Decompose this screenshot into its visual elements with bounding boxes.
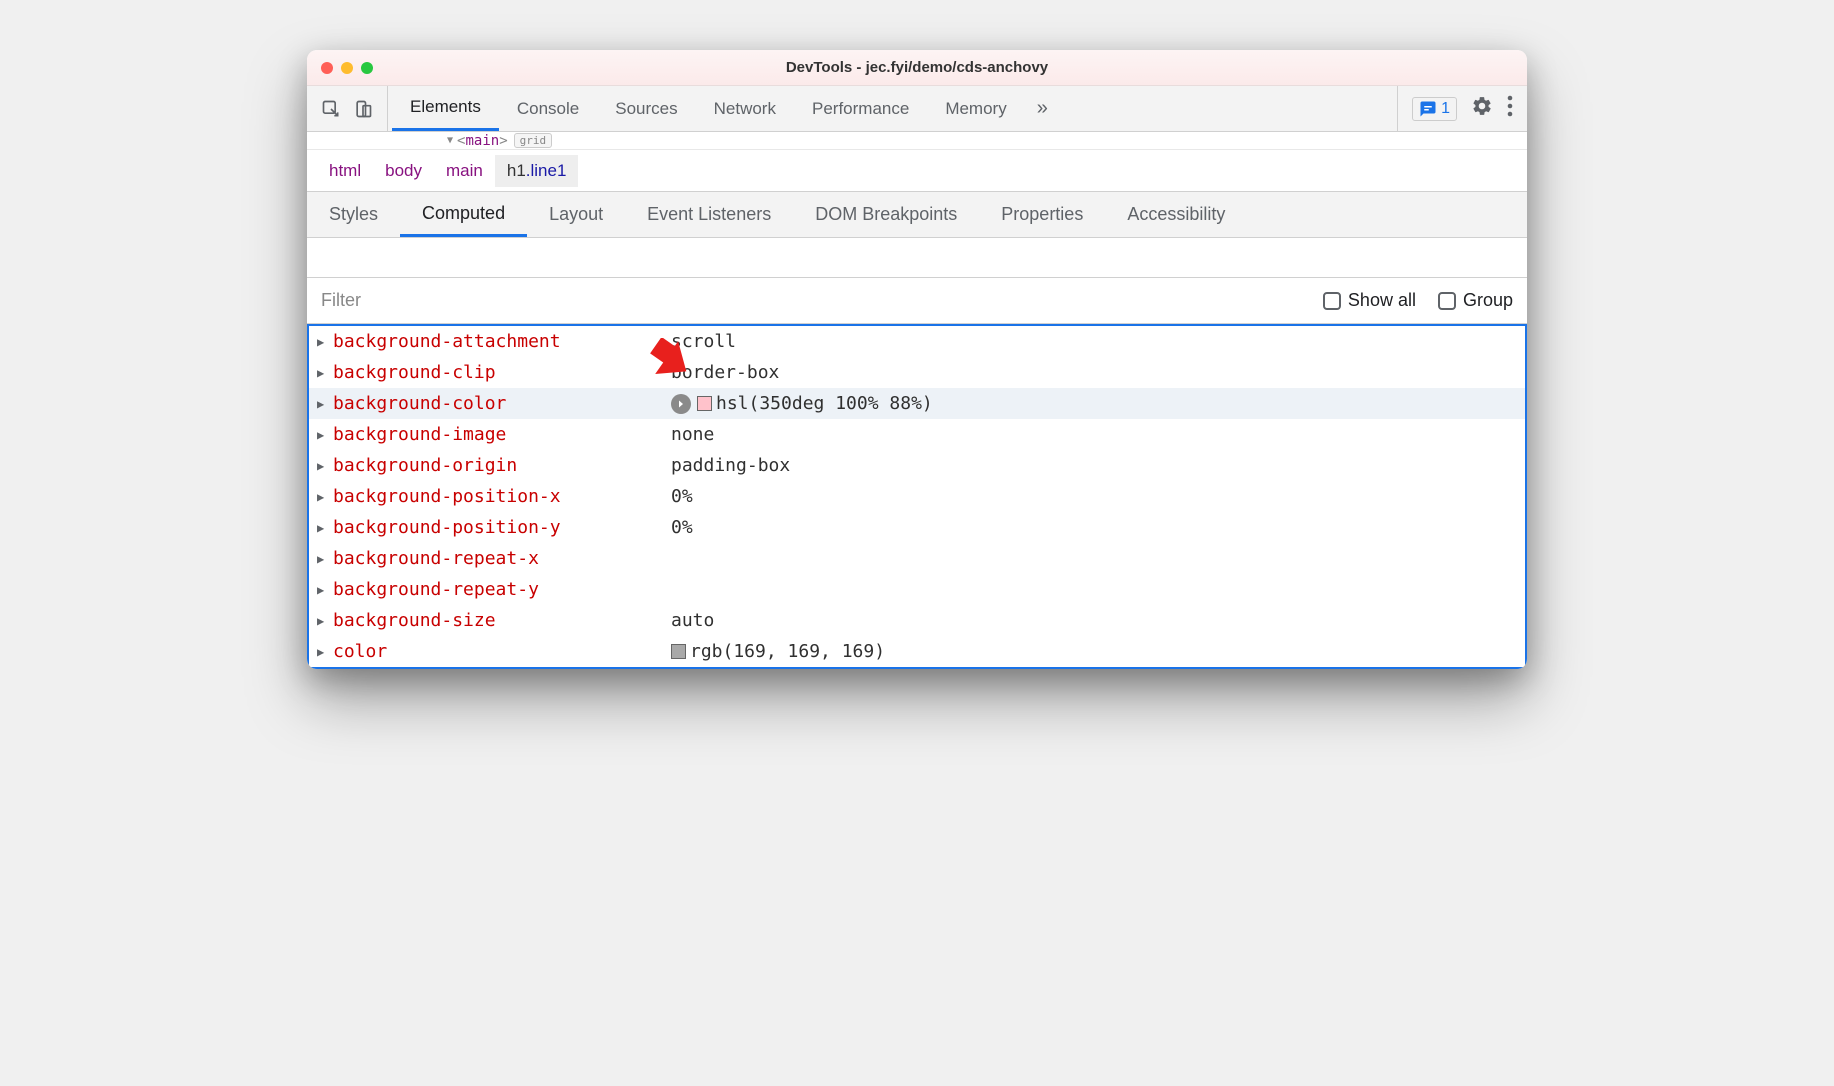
property-value: auto	[671, 610, 714, 631]
tab-network[interactable]: Network	[696, 86, 794, 131]
property-value: hsl(350deg 100% 88%)	[671, 393, 933, 414]
property-row[interactable]: ▶background-position-x0%	[309, 481, 1525, 512]
property-name: background-size	[331, 610, 671, 631]
breadcrumb-html[interactable]: html	[317, 155, 373, 187]
property-row[interactable]: ▶background-clipborder-box	[309, 357, 1525, 388]
expand-icon[interactable]: ▶	[317, 428, 331, 442]
expand-icon[interactable]: ▶	[317, 335, 331, 349]
color-swatch[interactable]	[671, 644, 686, 659]
property-row[interactable]: ▶background-originpadding-box	[309, 450, 1525, 481]
tab-console[interactable]: Console	[499, 86, 597, 131]
titlebar: DevTools - jec.fyi/demo/cds-anchovy	[307, 50, 1527, 86]
expand-icon[interactable]: ▶	[317, 521, 331, 535]
expand-icon[interactable]: ▶	[317, 397, 331, 411]
device-toolbar-icon[interactable]	[353, 99, 373, 119]
property-value: rgb(169, 169, 169)	[671, 641, 885, 662]
navigate-icon[interactable]	[671, 394, 691, 414]
breadcrumb: html body main h1.line1	[307, 150, 1527, 192]
breadcrumb-body[interactable]: body	[373, 155, 434, 187]
filter-input[interactable]	[321, 290, 1301, 311]
subtab-styles[interactable]: Styles	[307, 192, 400, 237]
group-label: Group	[1463, 290, 1513, 311]
breadcrumb-main[interactable]: main	[434, 155, 495, 187]
spacer	[307, 238, 1527, 278]
property-row[interactable]: ▶background-repeat-y	[309, 574, 1525, 605]
property-name: background-repeat-x	[331, 548, 671, 569]
traffic-lights	[321, 62, 373, 74]
subtab-computed[interactable]: Computed	[400, 192, 527, 237]
property-row[interactable]: ▶background-position-y0%	[309, 512, 1525, 543]
expand-icon[interactable]: ▶	[317, 583, 331, 597]
property-name: background-clip	[331, 362, 671, 383]
main-tabs: Elements Console Sources Network Perform…	[388, 86, 1397, 131]
subtab-dom-breakpoints[interactable]: DOM Breakpoints	[793, 192, 979, 237]
main-toolbar: Elements Console Sources Network Perform…	[307, 86, 1527, 132]
property-name: color	[331, 641, 671, 662]
issues-count: 1	[1441, 100, 1450, 118]
expand-icon[interactable]: ▶	[317, 645, 331, 659]
group-checkbox[interactable]: Group	[1438, 290, 1513, 311]
color-swatch[interactable]	[697, 396, 712, 411]
breadcrumb-current[interactable]: h1.line1	[495, 155, 579, 187]
tab-sources[interactable]: Sources	[597, 86, 695, 131]
zoom-window-button[interactable]	[361, 62, 373, 74]
property-value: none	[671, 424, 714, 445]
tab-memory[interactable]: Memory	[927, 86, 1024, 131]
subtab-properties[interactable]: Properties	[979, 192, 1105, 237]
show-all-checkbox[interactable]: Show all	[1323, 290, 1416, 311]
window-title: DevTools - jec.fyi/demo/cds-anchovy	[786, 59, 1048, 76]
property-row[interactable]: ▶background-imagenone	[309, 419, 1525, 450]
property-name: background-attachment	[331, 331, 671, 352]
property-value: 0%	[671, 486, 693, 507]
property-name: background-repeat-y	[331, 579, 671, 600]
property-name: background-origin	[331, 455, 671, 476]
property-row[interactable]: ▶background-attachmentscroll	[309, 326, 1525, 357]
expand-icon[interactable]: ▶	[317, 490, 331, 504]
expand-icon[interactable]: ▶	[317, 614, 331, 628]
property-row[interactable]: ▶background-repeat-x	[309, 543, 1525, 574]
dom-tree-row[interactable]: ▼<main>grid	[307, 132, 1527, 150]
property-name: background-position-x	[331, 486, 671, 507]
subtab-event-listeners[interactable]: Event Listeners	[625, 192, 793, 237]
property-name: background-position-y	[331, 517, 671, 538]
property-name: background-image	[331, 424, 671, 445]
expand-icon[interactable]: ▶	[317, 552, 331, 566]
expand-icon[interactable]: ▶	[317, 459, 331, 473]
property-value: 0%	[671, 517, 693, 538]
show-all-label: Show all	[1348, 290, 1416, 311]
inspect-element-icon[interactable]	[321, 99, 341, 119]
sub-tabs: Styles Computed Layout Event Listeners D…	[307, 192, 1527, 238]
devtools-window: DevTools - jec.fyi/demo/cds-anchovy Elem…	[307, 50, 1527, 669]
property-value: padding-box	[671, 455, 790, 476]
property-row[interactable]: ▶colorrgb(169, 169, 169)	[309, 636, 1525, 667]
settings-icon[interactable]	[1471, 95, 1493, 122]
subtab-layout[interactable]: Layout	[527, 192, 625, 237]
property-row[interactable]: ▶background-sizeauto	[309, 605, 1525, 636]
tab-elements[interactable]: Elements	[392, 86, 499, 131]
property-value: border-box	[671, 362, 779, 383]
more-options-icon[interactable]	[1507, 95, 1513, 122]
expand-icon[interactable]: ▶	[317, 366, 331, 380]
property-row[interactable]: ▶background-colorhsl(350deg 100% 88%)	[309, 388, 1525, 419]
minimize-window-button[interactable]	[341, 62, 353, 74]
property-name: background-color	[331, 393, 671, 414]
property-value: scroll	[671, 331, 736, 352]
filter-row: Show all Group	[307, 278, 1527, 324]
tab-performance[interactable]: Performance	[794, 86, 927, 131]
close-window-button[interactable]	[321, 62, 333, 74]
tabs-overflow-button[interactable]: »	[1025, 86, 1060, 131]
subtab-accessibility[interactable]: Accessibility	[1105, 192, 1247, 237]
computed-properties-panel: ▶background-attachmentscroll▶background-…	[307, 324, 1527, 669]
issues-button[interactable]: 1	[1412, 97, 1457, 121]
